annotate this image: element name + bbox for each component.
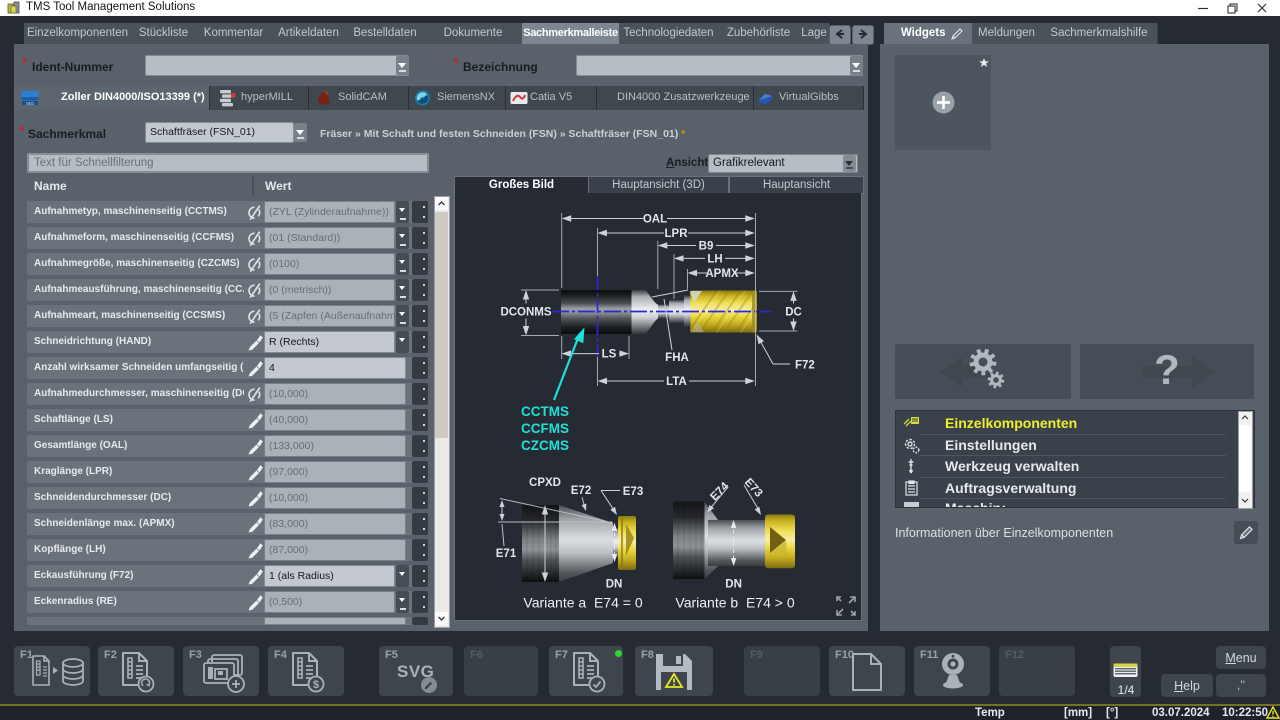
svg-text:LTA: LTA bbox=[666, 376, 687, 388]
svg-text:ISO: ISO bbox=[26, 101, 34, 106]
svg-text:LS: LS bbox=[602, 349, 617, 361]
svg-text:F72: F72 bbox=[795, 360, 815, 372]
svg-text:CZCMS: CZCMS bbox=[521, 438, 569, 453]
svg-text:OAL: OAL bbox=[643, 214, 667, 226]
svg-text:LPR: LPR bbox=[665, 228, 689, 240]
svg-text:Variante a E74 = 0: Variante a E74 = 0 bbox=[523, 595, 642, 611]
svg-text:DCONMS: DCONMS bbox=[500, 307, 551, 319]
svg-text:CCTMS: CCTMS bbox=[521, 404, 569, 419]
svg-text:E72: E72 bbox=[571, 485, 591, 497]
svg-text:LH: LH bbox=[707, 253, 722, 265]
svg-text:CPXD: CPXD bbox=[529, 477, 561, 489]
svg-text:B9: B9 bbox=[699, 241, 714, 253]
svg-text:APMX: APMX bbox=[705, 268, 739, 280]
svg-text:DC: DC bbox=[785, 307, 802, 319]
svg-text:E73: E73 bbox=[623, 486, 643, 498]
svg-text:$: $ bbox=[313, 679, 319, 691]
svg-text:DN: DN bbox=[725, 579, 742, 591]
svg-text:E74: E74 bbox=[708, 480, 731, 503]
svg-text:DN: DN bbox=[606, 579, 623, 591]
svg-text:?: ? bbox=[1154, 346, 1180, 393]
svg-text:FHA: FHA bbox=[665, 352, 689, 364]
svg-text:Variante b E74 > 0: Variante b E74 > 0 bbox=[675, 595, 794, 611]
svg-text:CCFMS: CCFMS bbox=[521, 421, 569, 436]
svg-text:E71: E71 bbox=[496, 548, 517, 560]
